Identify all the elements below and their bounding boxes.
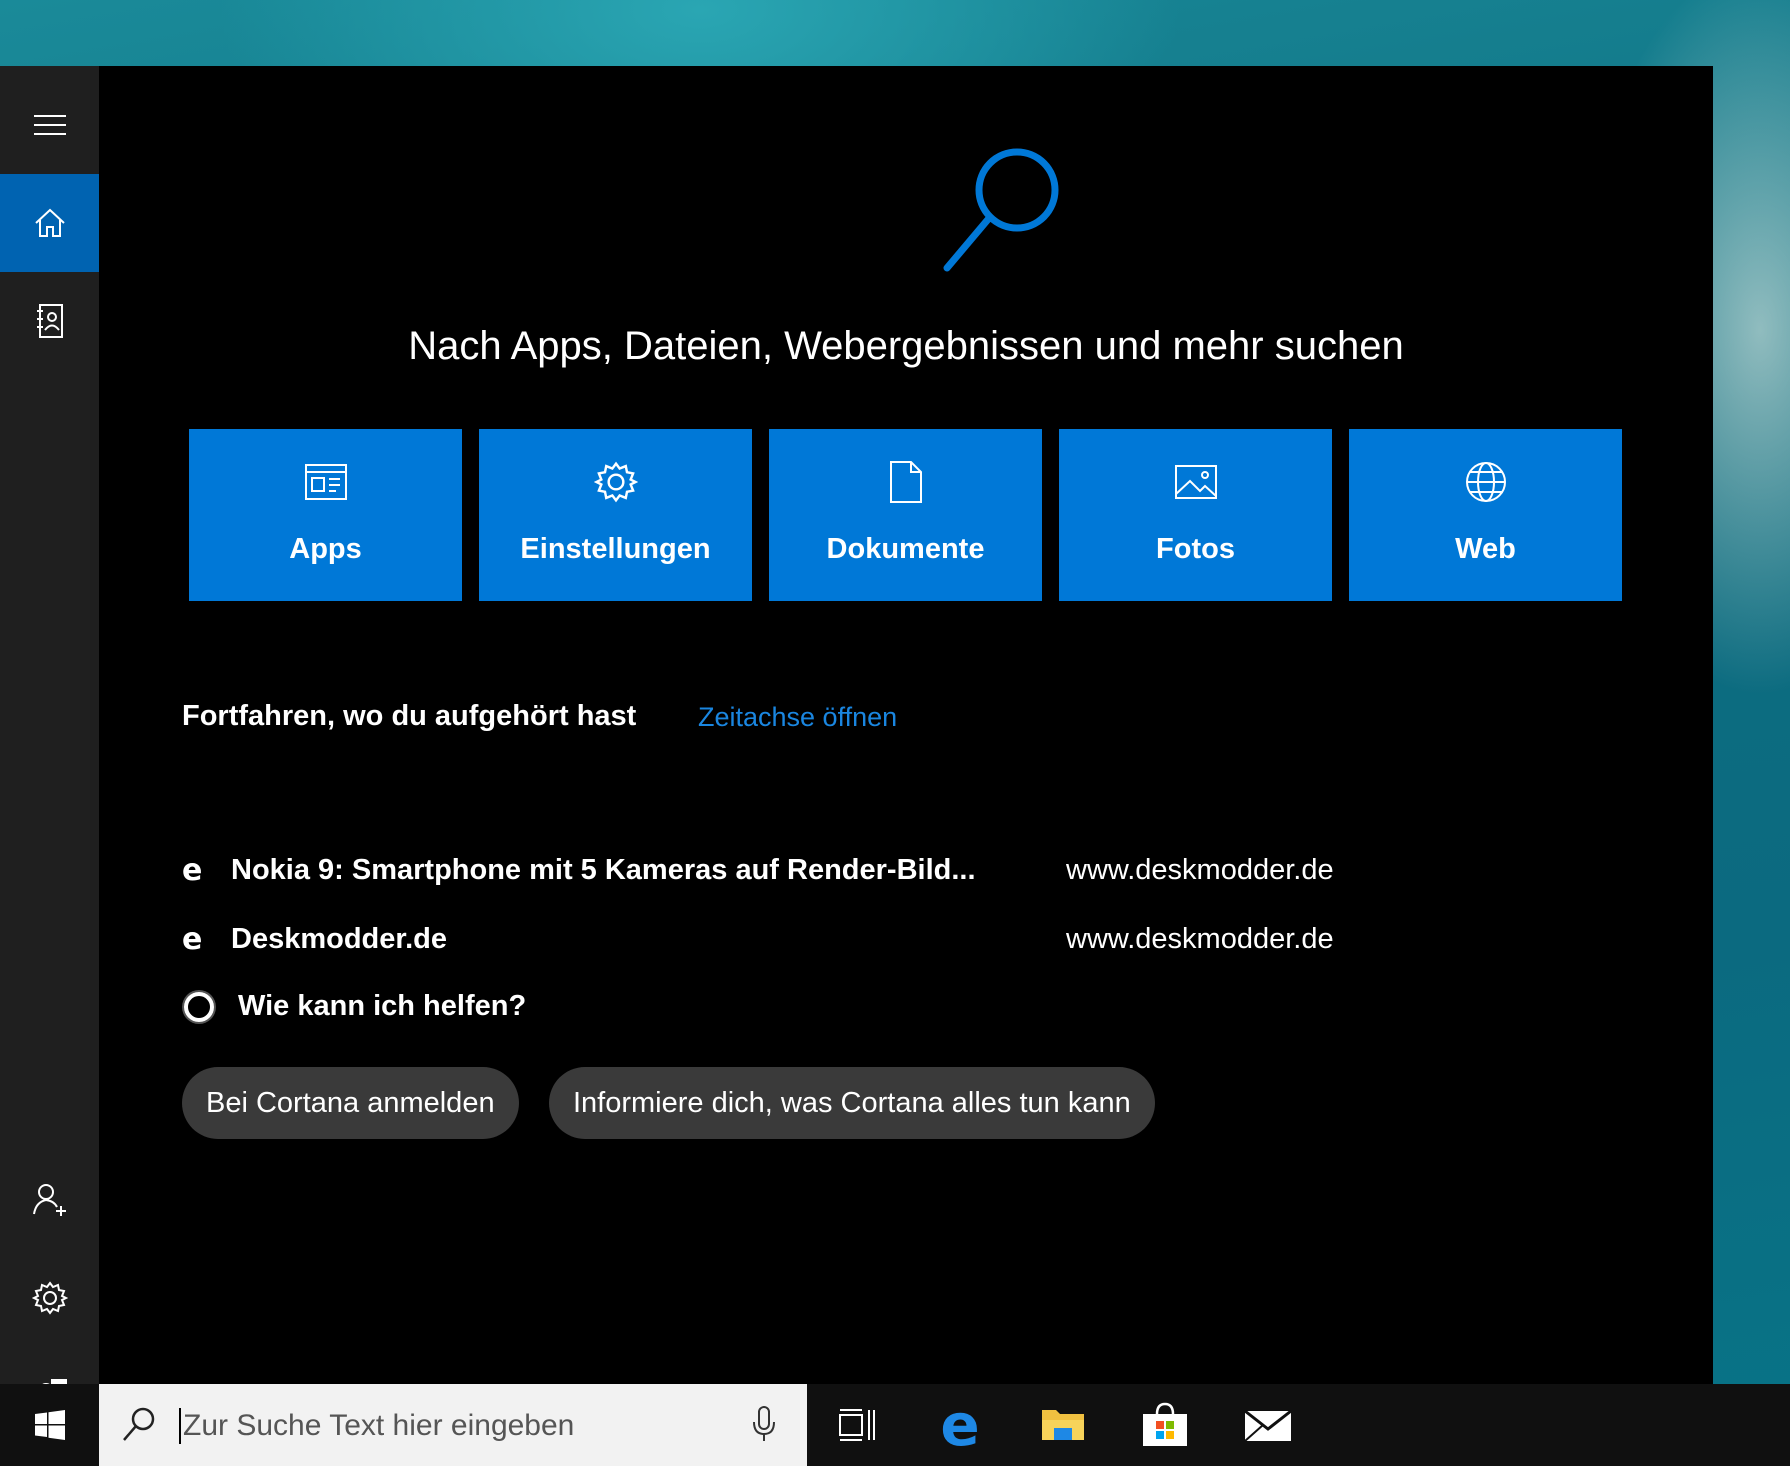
edge-icon: e bbox=[940, 1391, 980, 1459]
file-explorer-taskbar-button[interactable] bbox=[1018, 1384, 1108, 1466]
recent-item-url: www.deskmodder.de bbox=[1066, 923, 1334, 955]
file-explorer-icon bbox=[1042, 1410, 1084, 1440]
sidebar bbox=[0, 66, 99, 1413]
sidebar-item-settings[interactable] bbox=[0, 1249, 99, 1347]
sidebar-item-account[interactable] bbox=[0, 1151, 99, 1249]
gear-icon bbox=[593, 461, 638, 503]
search-icon bbox=[123, 1407, 155, 1441]
search-icon bbox=[943, 148, 1059, 272]
edge-icon: e bbox=[182, 922, 203, 957]
home-icon bbox=[34, 208, 65, 237]
picture-icon bbox=[1174, 465, 1217, 499]
task-view-icon bbox=[839, 1409, 875, 1441]
category-label: Fotos bbox=[1156, 533, 1235, 565]
hamburger-menu-button[interactable] bbox=[0, 76, 99, 174]
document-icon bbox=[889, 461, 922, 503]
category-tile-documents[interactable]: Dokumente bbox=[769, 429, 1042, 601]
start-button[interactable] bbox=[0, 1384, 99, 1466]
cortana-sign-in-button[interactable]: Bei Cortana anmelden bbox=[182, 1067, 519, 1139]
category-label: Apps bbox=[289, 533, 362, 565]
category-label: Einstellungen bbox=[520, 533, 711, 565]
search-home: Nach Apps, Dateien, Webergebnissen und m… bbox=[99, 66, 1713, 1384]
store-taskbar-button[interactable] bbox=[1120, 1384, 1210, 1466]
cortana-question: Wie kann ich helfen? bbox=[238, 990, 527, 1022]
task-view-button[interactable] bbox=[812, 1384, 902, 1466]
recent-item-title: Deskmodder.de bbox=[231, 923, 447, 955]
hamburger-icon bbox=[33, 115, 66, 135]
search-headline: Nach Apps, Dateien, Webergebnissen und m… bbox=[408, 324, 1404, 368]
microphone-icon[interactable] bbox=[751, 1404, 777, 1444]
category-label: Dokumente bbox=[826, 533, 985, 565]
category-tile-apps[interactable]: Apps bbox=[189, 429, 462, 601]
category-label: Web bbox=[1455, 533, 1516, 565]
store-icon bbox=[1143, 1402, 1187, 1446]
recent-item[interactable]: e Deskmodder.de www.deskmodder.de bbox=[182, 917, 1482, 967]
edge-icon: e bbox=[182, 853, 203, 888]
sidebar-item-notebook[interactable] bbox=[0, 272, 99, 370]
gear-icon bbox=[31, 1281, 68, 1315]
notebook-icon bbox=[36, 304, 63, 338]
taskbar-search-box[interactable] bbox=[99, 1384, 807, 1466]
search-panel: Nach Apps, Dateien, Webergebnissen und m… bbox=[0, 66, 1713, 1413]
windows-logo-icon bbox=[34, 1410, 65, 1440]
category-tile-settings[interactable]: Einstellungen bbox=[479, 429, 752, 601]
recent-activity-title: Fortfahren, wo du aufgehört hast bbox=[182, 700, 637, 732]
globe-icon bbox=[1465, 462, 1506, 502]
category-tile-web[interactable]: Web bbox=[1349, 429, 1622, 601]
search-input[interactable] bbox=[181, 1398, 725, 1454]
recent-item-title: Nokia 9: Smartphone mit 5 Kameras auf Re… bbox=[231, 854, 976, 886]
apps-icon bbox=[304, 464, 347, 500]
add-user-icon bbox=[32, 1184, 66, 1216]
cortana-ring-icon bbox=[184, 992, 214, 1022]
recent-item[interactable]: e Nokia 9: Smartphone mit 5 Kameras auf … bbox=[182, 848, 1482, 898]
sidebar-item-home[interactable] bbox=[0, 174, 99, 272]
mail-icon bbox=[1244, 1409, 1292, 1442]
category-tile-photos[interactable]: Fotos bbox=[1059, 429, 1332, 601]
edge-taskbar-button[interactable]: e bbox=[915, 1384, 1005, 1466]
mail-taskbar-button[interactable] bbox=[1223, 1384, 1313, 1466]
recent-item-url: www.deskmodder.de bbox=[1066, 854, 1334, 886]
cortana-learn-more-button[interactable]: Informiere dich, was Cortana alles tun k… bbox=[549, 1067, 1155, 1139]
search-category-tiles: Apps Einstellungen Dokumente Fotos Web bbox=[189, 429, 1623, 601]
open-timeline-link[interactable]: Zeitachse öffnen bbox=[698, 702, 897, 733]
taskbar: e bbox=[0, 1384, 1790, 1466]
